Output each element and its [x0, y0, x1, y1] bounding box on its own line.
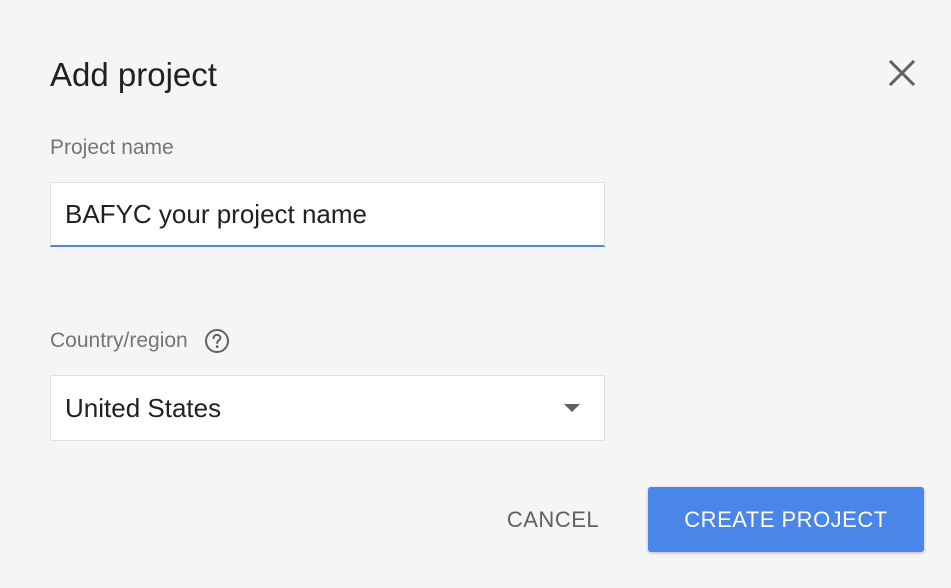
country-label-row: Country/region	[50, 328, 230, 354]
add-project-dialog: Add project Project name Country/region …	[0, 0, 951, 588]
country-select-value: United States	[65, 392, 222, 423]
country-select[interactable]: United States	[50, 375, 605, 441]
close-button[interactable]	[881, 52, 923, 94]
cancel-button[interactable]: CANCEL	[487, 488, 619, 552]
close-icon	[888, 59, 916, 87]
dialog-title: Add project	[50, 56, 217, 93]
help-circle-icon[interactable]	[204, 328, 230, 354]
dropdown-arrow-icon	[562, 402, 582, 414]
create-project-button[interactable]: CREATE PROJECT	[648, 487, 924, 552]
project-name-label: Project name	[50, 136, 174, 159]
project-name-input[interactable]	[50, 182, 605, 247]
country-region-label: Country/region	[50, 329, 188, 352]
